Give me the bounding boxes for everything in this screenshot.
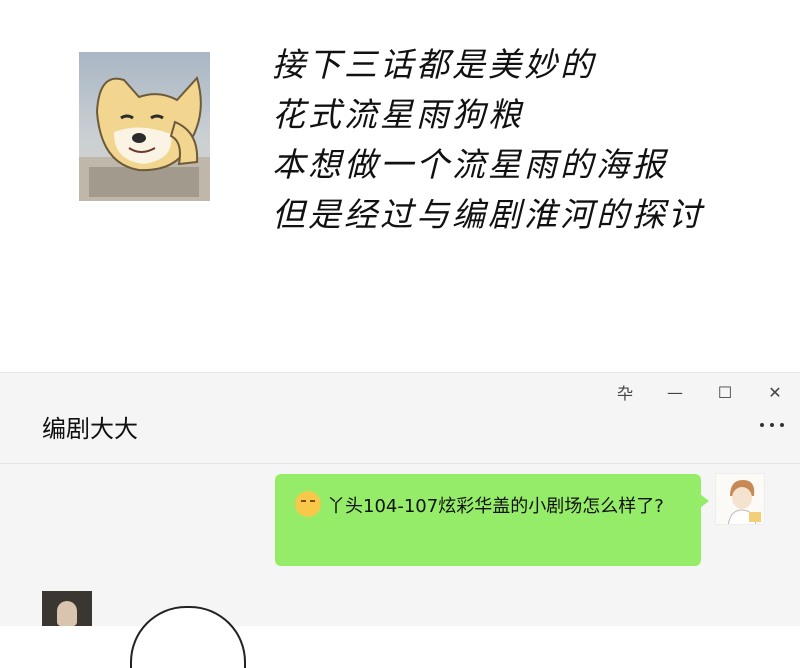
close-button[interactable]: ✕ (750, 377, 800, 407)
dot-icon (780, 423, 784, 427)
shiba-dog-icon (79, 76, 210, 201)
maximize-button[interactable]: ☐ (700, 377, 750, 407)
more-options-button[interactable] (754, 415, 790, 435)
blush-emoji-icon (295, 491, 321, 517)
window-controls: 卆 — ☐ ✕ (600, 377, 800, 407)
contact-avatar[interactable] (42, 591, 92, 626)
cartoon-avatar-icon (727, 480, 761, 524)
narration-line: 花式流星雨狗粮 (272, 95, 524, 134)
outgoing-message-bubble[interactable]: 丫头104-107炫彩华盖的小剧场怎么样了? (275, 474, 709, 566)
shiba-dog-image (79, 52, 210, 201)
minimize-button[interactable]: — (650, 377, 700, 407)
divider (0, 463, 800, 464)
incoming-message-bubble[interactable] (130, 606, 246, 668)
narration-line: 但是经过与编剧淮河的探讨 (272, 195, 704, 234)
narration-panel: 接下三话都是美妙的 花式流星雨狗粮 本想做一个流星雨的海报 但是经过与编剧淮河的… (0, 0, 800, 372)
pin-button[interactable]: 卆 (600, 377, 650, 407)
narration-line: 接下三话都是美妙的 (272, 45, 596, 84)
dot-icon (760, 423, 764, 427)
narration-text: 接下三话都是美妙的 花式流星雨狗粮 本想做一个流星雨的海报 但是经过与编剧淮河的… (272, 40, 772, 240)
face-icon (57, 601, 77, 626)
chat-window: 卆 — ☐ ✕ 编剧大大 丫头104-107炫彩华盖的小剧场怎么样了? (0, 372, 800, 668)
dot-icon (770, 423, 774, 427)
narration-line: 本想做一个流星雨的海报 (272, 145, 668, 184)
chat-title: 编剧大大 (42, 415, 138, 443)
my-avatar[interactable] (715, 473, 765, 525)
message-text: 丫头104-107炫彩华盖的小剧场怎么样了? (327, 496, 664, 517)
